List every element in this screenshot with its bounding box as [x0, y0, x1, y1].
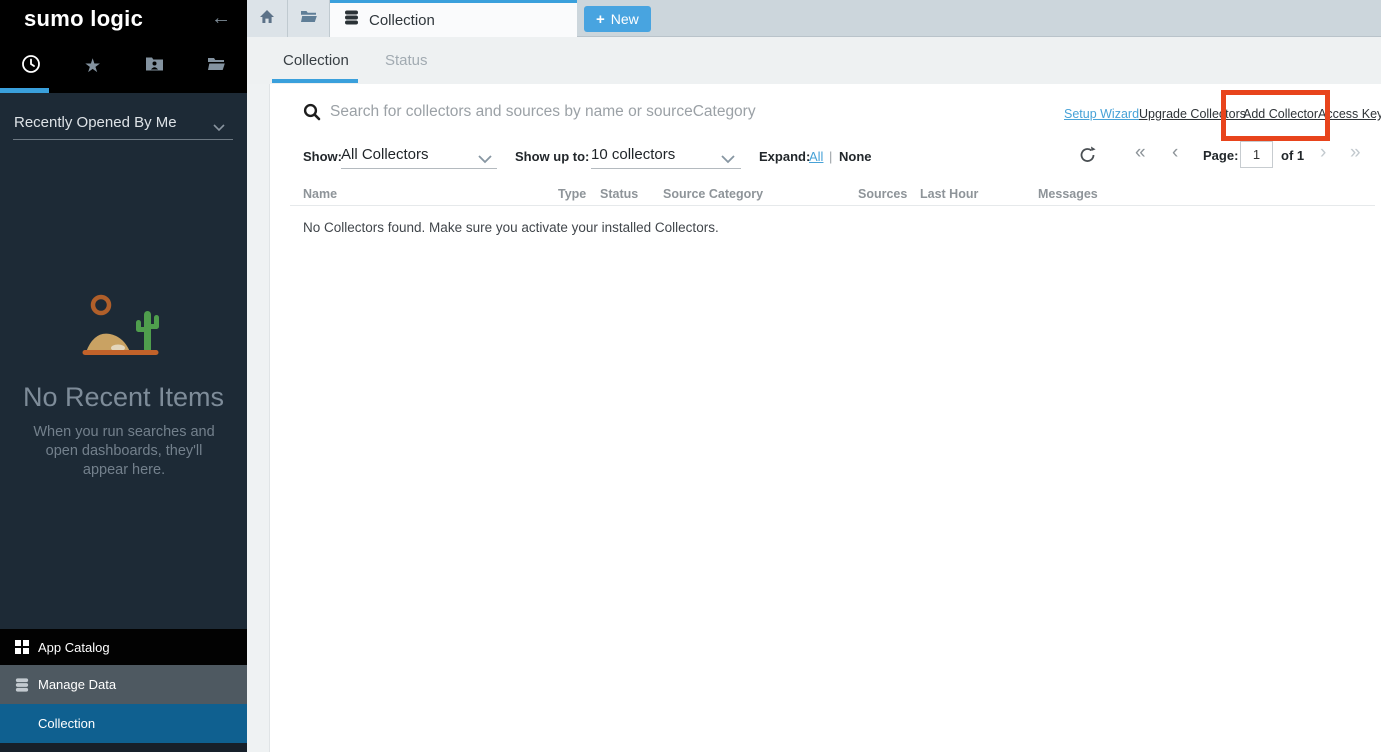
sidebar-icon-nav: ★ — [0, 48, 247, 84]
top-toolbar: Collection + New — [247, 0, 1381, 37]
expand-all-link[interactable]: All — [809, 149, 823, 164]
database-icon — [343, 9, 360, 31]
no-recent-items-title: No Recent Items — [0, 382, 247, 413]
search-icon — [303, 103, 321, 126]
open-folder-icon — [300, 9, 318, 28]
sidebar-item-label: Collection — [38, 716, 95, 731]
sidebar-item-label: App Catalog — [38, 640, 110, 655]
chevron-down-icon[interactable] — [721, 151, 735, 169]
clock-icon — [21, 54, 41, 79]
page-number-input[interactable] — [1240, 141, 1273, 168]
empty-table-message: No Collectors found. Make sure you activ… — [303, 220, 719, 235]
collection-page — [270, 84, 1381, 752]
collapse-sidebar-icon[interactable]: ← — [211, 7, 231, 30]
dropdown-underline — [591, 168, 741, 169]
tab-collection[interactable]: Collection — [283, 37, 349, 84]
sumo-logic-app: Collection + New Collection Status sumo … — [0, 0, 1381, 752]
column-header-messages: Messages — [1038, 187, 1098, 201]
sidebar-item-app-catalog[interactable]: App Catalog — [0, 629, 247, 665]
page-count-text: of 1 — [1281, 148, 1304, 163]
personal-folder-nav-item[interactable] — [124, 48, 186, 84]
sidebar-item-collection[interactable]: Collection — [0, 704, 247, 743]
active-tab-underline — [272, 79, 358, 83]
active-nav-indicator — [0, 88, 49, 93]
search-input[interactable] — [330, 100, 970, 124]
show-up-to-dropdown[interactable]: 10 collectors — [591, 146, 675, 163]
first-page-button[interactable]: « — [1135, 143, 1146, 163]
access-keys-link[interactable]: Access Keys — [1318, 107, 1381, 121]
column-header-last-hour: Last Hour — [920, 187, 978, 201]
star-icon: ★ — [84, 57, 101, 76]
library-tab[interactable] — [288, 0, 330, 37]
left-sidebar: sumo logic ← ★ — [0, 0, 247, 752]
recently-opened-dropdown[interactable]: Recently Opened By Me — [13, 105, 233, 140]
expand-separator: | — [829, 149, 832, 164]
home-tab[interactable] — [247, 0, 288, 37]
desert-illustration — [66, 288, 176, 365]
dropdown-underline — [341, 168, 497, 169]
column-header-name: Name — [303, 187, 337, 201]
sidebar-item-label: Manage Data — [38, 677, 116, 692]
open-folder-icon — [207, 56, 226, 76]
last-page-button[interactable]: » — [1350, 143, 1361, 163]
new-button[interactable]: + New — [584, 6, 651, 32]
recently-opened-label: Recently Opened By Me — [14, 114, 177, 131]
plus-icon: + — [596, 11, 605, 28]
refresh-icon[interactable] — [1080, 146, 1096, 168]
setup-wizard-link[interactable]: Setup Wizard — [1064, 107, 1139, 121]
sumo-logic-logo: sumo logic — [24, 6, 143, 32]
column-header-sources: Sources — [858, 187, 907, 201]
chevron-down-icon[interactable] — [478, 151, 492, 169]
column-header-type: Type — [558, 187, 586, 201]
prev-page-button[interactable]: ‹ — [1172, 143, 1178, 163]
home-icon — [259, 9, 275, 29]
next-page-button[interactable]: › — [1320, 143, 1326, 163]
expand-label: Expand: — [759, 149, 810, 164]
tab-status[interactable]: Status — [385, 37, 428, 84]
show-up-to-label: Show up to: — [515, 149, 589, 164]
sidebar-header: sumo logic ← ★ — [0, 0, 247, 93]
shared-folder-nav-item[interactable] — [185, 48, 247, 84]
personal-folder-icon — [145, 56, 164, 76]
favorites-nav-item[interactable]: ★ — [62, 48, 124, 84]
sidebar-bottom-strip — [0, 743, 247, 752]
collection-tab-title: Collection — [369, 12, 435, 29]
app-catalog-grid-icon — [13, 640, 31, 655]
content-gutter — [247, 84, 270, 752]
column-header-source-category: Source Category — [663, 187, 763, 201]
upgrade-collectors-link[interactable]: Upgrade Collectors — [1139, 107, 1246, 121]
database-icon — [13, 677, 31, 693]
sidebar-item-manage-data[interactable]: Manage Data — [0, 665, 247, 704]
expand-none-link[interactable]: None — [839, 149, 872, 164]
show-filter-dropdown[interactable]: All Collectors — [341, 146, 429, 163]
show-filter-label: Show: — [303, 149, 342, 164]
table-header-divider — [290, 205, 1375, 206]
page-label: Page: — [1203, 148, 1238, 163]
new-button-label: New — [611, 11, 639, 27]
add-collector-link[interactable]: Add Collector — [1243, 107, 1318, 121]
column-header-status: Status — [600, 187, 638, 201]
collection-window-tab[interactable]: Collection — [330, 0, 577, 37]
subtab-bar: Collection Status — [247, 37, 1381, 84]
chevron-down-icon — [213, 119, 225, 137]
no-recent-items-description: When you run searches and open dashboard… — [24, 423, 224, 480]
recent-nav-item[interactable] — [0, 48, 62, 84]
